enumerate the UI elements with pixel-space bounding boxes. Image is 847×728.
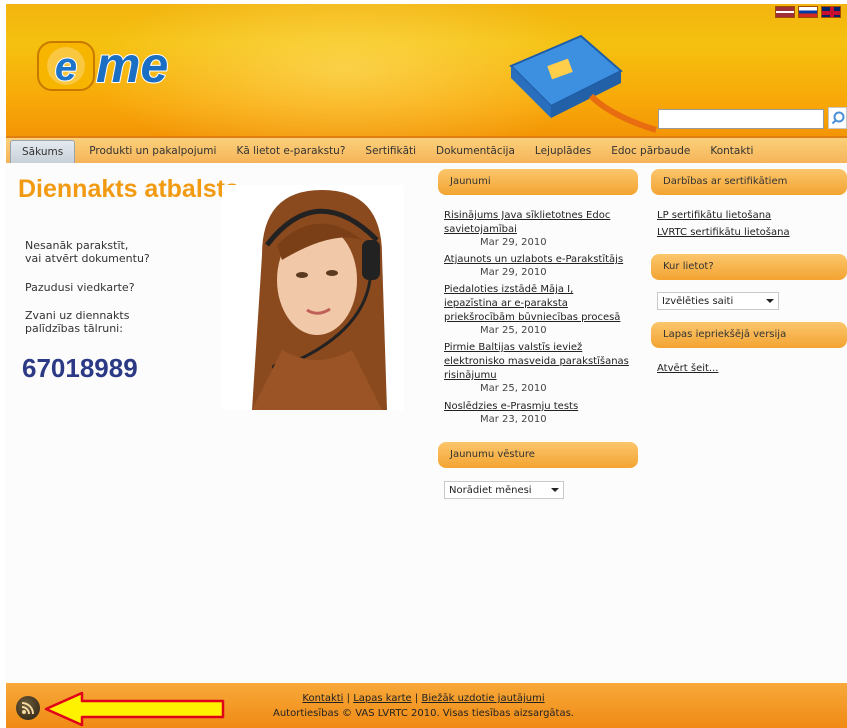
nav-contacts[interactable]: Kontakti [700, 145, 763, 163]
news-item-link[interactable]: Pirmie Baltijas valstīs ieviež [444, 341, 582, 355]
certificates-link-lvrtc[interactable]: LVRTC sertifikātu lietošana [657, 227, 790, 238]
nav-edoc-check[interactable]: Edoc pārbaude [601, 145, 700, 163]
chevron-down-icon [551, 488, 559, 492]
footer-separator: | [346, 693, 351, 704]
eme-logo[interactable]: e me [34, 34, 194, 94]
usb-card-reader-image [509, 34, 657, 133]
news-history-box-header: Jaunumu vēsture [438, 442, 638, 468]
main-navigation: Sākums Produkti un pakalpojumi Kā lietot… [6, 136, 847, 163]
certificates-link-lp[interactable]: LP sertifikātu lietošana [657, 210, 771, 221]
chevron-down-icon [766, 299, 774, 303]
rss-feed-button[interactable] [16, 696, 40, 720]
nav-downloads[interactable]: Lejuplādes [525, 145, 601, 163]
rss-icon [21, 702, 34, 715]
search-input[interactable] [658, 109, 824, 129]
news-item-link[interactable]: priekšrocībām būvniecības procesā [444, 311, 620, 325]
news-item-link[interactable]: elektronisko masveida parakstīšanas [444, 355, 629, 369]
site-select[interactable]: Izvēlēties saiti [657, 292, 779, 310]
flag-latvian-icon[interactable] [775, 6, 795, 18]
where-use-box-header: Kur lietot? [651, 254, 847, 280]
news-box-header: Jaunumi [438, 169, 638, 195]
logo-text: me [96, 37, 168, 93]
footer-link-contacts[interactable]: Kontakti [302, 693, 343, 704]
news-item-link[interactable]: Noslēdzies e-Prasmju tests [444, 400, 578, 414]
support-text-line: vai atvērt dokumentu? [25, 252, 150, 265]
news-item-link[interactable]: Atjaunots un uzlabots e-Parakstītājs [444, 253, 623, 267]
news-item-date: Mar 23, 2010 [480, 414, 547, 425]
previous-version-link[interactable]: Atvērt šeit... [657, 363, 718, 374]
annotation-arrow-icon [44, 691, 225, 727]
news-item-link[interactable]: risinājumu [444, 369, 497, 383]
footer-separator: | [414, 693, 419, 704]
previous-version-box-header: Lapas iepriekšējā versija [651, 322, 847, 348]
support-title: Diennakts atbalsts [18, 175, 239, 203]
site-select-value: Izvēlēties saiti [662, 295, 734, 307]
nav-how-to-use[interactable]: Kā lietot e-parakstu? [226, 145, 355, 163]
nav-products[interactable]: Produkti un pakalpojumi [79, 145, 226, 163]
news-item-date: Mar 25, 2010 [480, 325, 547, 336]
month-select-value: Norādiet mēnesi [449, 484, 532, 496]
month-select[interactable]: Norādiet mēnesi [444, 481, 564, 499]
nav-documentation[interactable]: Dokumentācija [426, 145, 525, 163]
footer-link-sitemap[interactable]: Lapas karte [353, 693, 412, 704]
certificates-box-header: Darbības ar sertifikātiem [651, 169, 847, 195]
support-operator-photo [222, 185, 404, 410]
news-item-link[interactable]: Risinājums Java sīklietotnes Edoc [444, 209, 610, 223]
search-icon [831, 111, 844, 125]
support-text-line: Nesanāk parakstīt, [25, 239, 129, 252]
search-button[interactable] [828, 107, 847, 129]
language-flags [775, 6, 841, 18]
footer-link-faq[interactable]: Biežāk uzdotie jautājumi [421, 693, 544, 704]
news-item-link[interactable]: iepazīstina ar e-paraksta [444, 297, 568, 311]
nav-certificates[interactable]: Sertifikāti [355, 145, 426, 163]
news-item-date: Mar 29, 2010 [480, 267, 547, 278]
news-item-link[interactable]: Piedaloties izstādē Māja I, [444, 283, 573, 297]
support-text-line: Pazudusi viedkarte? [25, 281, 135, 294]
support-text-line: palīdzības tālruni: [25, 322, 123, 335]
nav-home[interactable]: Sākums [10, 140, 76, 163]
support-phone-number: 67018989 [22, 353, 138, 383]
support-text-line: Zvani uz diennakts [25, 309, 130, 322]
flag-english-icon[interactable] [821, 6, 841, 18]
news-item-date: Mar 25, 2010 [480, 383, 547, 394]
news-item-link[interactable]: savietojamībai [444, 223, 517, 237]
news-item-date: Mar 29, 2010 [480, 237, 547, 248]
main-content [6, 163, 847, 683]
logo-e-letter: e [55, 45, 77, 89]
flag-russian-icon[interactable] [798, 6, 818, 18]
